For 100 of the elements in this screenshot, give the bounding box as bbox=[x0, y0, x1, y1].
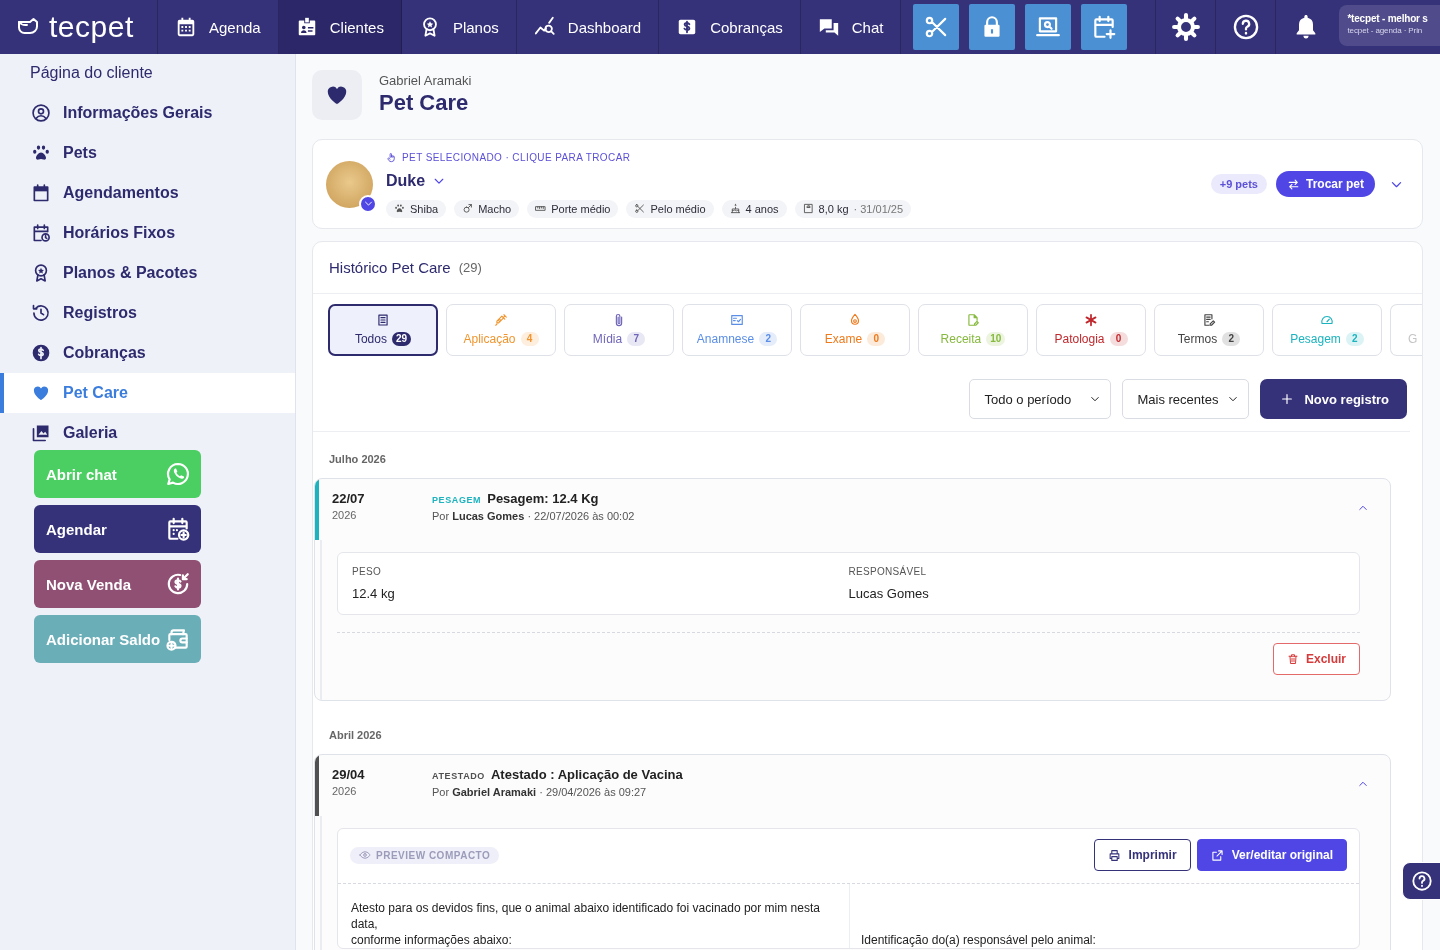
field-value: Lucas Gomes bbox=[848, 586, 929, 602]
ruler-icon bbox=[535, 203, 547, 214]
photo-placeholder bbox=[326, 160, 373, 208]
calendar-plus-icon bbox=[1091, 14, 1118, 40]
help-icon bbox=[1231, 13, 1260, 41]
gear-icon bbox=[1171, 13, 1200, 41]
sort-select[interactable]: Mais recentes bbox=[1122, 379, 1250, 419]
calendar-clock-icon bbox=[31, 223, 51, 243]
field-label: RESPONSÁVEL bbox=[848, 565, 927, 578]
attribute-label: Macho bbox=[478, 202, 512, 215]
chart-search-icon bbox=[533, 16, 556, 38]
laptop-search-button[interactable] bbox=[1025, 4, 1072, 50]
record-year: 2026 bbox=[332, 508, 357, 522]
edit-original-button[interactable]: Ver/editar original bbox=[1196, 839, 1347, 871]
pet-name[interactable]: Duke bbox=[386, 170, 426, 191]
switch-pet-button[interactable]: Trocar pet bbox=[1275, 171, 1375, 197]
action-button[interactable]: Agendar bbox=[34, 505, 201, 553]
count-badge: 10 bbox=[986, 332, 1006, 346]
filter-tab[interactable]: Todos 29 bbox=[328, 304, 438, 356]
nav-tab[interactable]: Clientes bbox=[278, 0, 402, 54]
sidebar-item[interactable]: Registros bbox=[0, 293, 295, 333]
chat-icon bbox=[817, 16, 840, 38]
dollar-circle-icon bbox=[31, 343, 51, 363]
sidebar-item[interactable]: Cobranças bbox=[0, 333, 295, 373]
field-label: PESO bbox=[352, 565, 381, 578]
record-byline: Por Lucas Gomes · 22/07/2026 às 00:02 bbox=[432, 509, 635, 523]
cake-icon bbox=[729, 203, 741, 214]
attribute-label: Porte médio bbox=[551, 202, 611, 215]
nav-tab[interactable]: Cobranças bbox=[659, 0, 801, 54]
filter-tab[interactable]: Mídia 7 bbox=[564, 304, 674, 356]
page-title: Pet Care bbox=[379, 89, 469, 117]
swap-icon bbox=[1286, 177, 1300, 191]
wallet-plus-icon bbox=[165, 626, 191, 652]
field-value: 12.4 kg bbox=[352, 586, 395, 602]
count-badge: 0 bbox=[867, 332, 886, 346]
action-button[interactable]: Nova Venda bbox=[34, 560, 201, 608]
nav-tab[interactable]: Planos bbox=[401, 0, 517, 54]
sidebar-item[interactable]: Planos & Pacotes bbox=[0, 253, 295, 293]
record-title: Pesagem: 12.4 Kg bbox=[487, 491, 599, 507]
attribute-label: Pelo médio bbox=[650, 202, 706, 215]
record-year: 2026 bbox=[332, 784, 357, 798]
sidebar-item[interactable]: Pet Care bbox=[0, 373, 295, 413]
client-name: Gabriel Aramaki bbox=[379, 73, 472, 89]
count-badge: 29 bbox=[391, 332, 412, 346]
history-count: (29) bbox=[458, 260, 482, 275]
sidebar-item[interactable]: Agendamentos bbox=[0, 173, 295, 213]
scissors-icon bbox=[634, 203, 646, 214]
calendar-add-icon bbox=[165, 516, 191, 542]
preview-mode-label: PREVIEW COMPACTO bbox=[376, 849, 491, 861]
history-icon bbox=[31, 303, 51, 323]
period-select[interactable]: Todo o período bbox=[969, 379, 1112, 419]
record-date: 29/04 bbox=[332, 767, 365, 783]
selected-pet-card[interactable]: PET SELECIONADO · CLIQUE PARA TROCAR Duke Shiba Macho Porte médio Pelo médio 4 anos 8,0 kg · 31/01/25 +9 pets Trocar pet bbox=[312, 139, 1423, 229]
certificate-text: Identificação do(a) responsável pelo animal: bbox=[861, 932, 1097, 948]
male-icon bbox=[462, 203, 474, 214]
syringe-icon bbox=[494, 313, 508, 327]
attribute-label: 4 anos bbox=[745, 202, 779, 215]
attribute-note: · 31/01/25 bbox=[853, 202, 904, 215]
drop-icon bbox=[848, 313, 862, 327]
calendar-grid-icon bbox=[175, 16, 197, 38]
chat-phone-icon bbox=[165, 461, 191, 487]
month-heading: Julho 2026 bbox=[329, 452, 386, 466]
record-date: 22/07 bbox=[332, 491, 365, 507]
attribute-label: Shiba bbox=[410, 202, 439, 215]
sidebar-item[interactable]: Pets bbox=[0, 133, 295, 173]
logo-text[interactable]: tecpet bbox=[49, 10, 134, 44]
certificate-text: Atesto para os devidos fins, que o animal abaixo identificado foi vacinado por mim nesta data, conforme informações abaixo: bbox=[351, 900, 821, 948]
user-circle-icon bbox=[31, 103, 51, 123]
delete-button[interactable]: Excluir bbox=[1272, 643, 1360, 675]
calendar-plus-button[interactable] bbox=[1081, 4, 1128, 50]
lock-button[interactable] bbox=[969, 4, 1016, 50]
sidebar-item[interactable]: Informações Gerais bbox=[0, 93, 295, 133]
more-pets-badge[interactable]: +9 pets bbox=[1210, 174, 1267, 194]
form-check-icon bbox=[730, 313, 744, 327]
filter-tab[interactable]: Termos 2 bbox=[1154, 304, 1264, 356]
nav-tab[interactable]: Dashboard bbox=[516, 0, 660, 54]
images-icon bbox=[31, 423, 51, 443]
nav-tab[interactable]: Chat bbox=[800, 0, 902, 54]
paw-icon bbox=[394, 203, 405, 214]
print-button[interactable]: Imprimir bbox=[1093, 839, 1191, 871]
count-badge: 2 bbox=[759, 332, 778, 346]
account-switcher[interactable]: *tecpet - melhor s tecpet - agenda · Prin bbox=[1339, 5, 1440, 46]
scale-icon bbox=[802, 203, 814, 214]
sidebar-item[interactable]: Horários Fixos bbox=[0, 213, 295, 253]
gauge-icon bbox=[1320, 313, 1334, 327]
calendar-icon bbox=[31, 183, 51, 203]
list-icon bbox=[376, 313, 390, 327]
month-heading: Abril 2026 bbox=[329, 728, 382, 742]
dollar-return-icon bbox=[165, 571, 191, 597]
scissors-button[interactable] bbox=[913, 4, 960, 50]
paw-icon bbox=[31, 143, 51, 163]
filter-tab[interactable]: Patologia 0 bbox=[1036, 304, 1146, 356]
new-record-button[interactable]: Novo registro bbox=[1260, 379, 1407, 419]
attribute-label: 8,0 kg bbox=[818, 202, 849, 215]
help-icon bbox=[1410, 870, 1433, 892]
trash-icon bbox=[1286, 653, 1299, 665]
record-byline: Por Gabriel Aramaki · 29/04/2026 às 09:27 bbox=[432, 785, 647, 799]
count-badge: 7 bbox=[627, 332, 646, 346]
record-type-label: PESAGEM bbox=[432, 495, 482, 505]
eye-icon bbox=[359, 849, 371, 861]
